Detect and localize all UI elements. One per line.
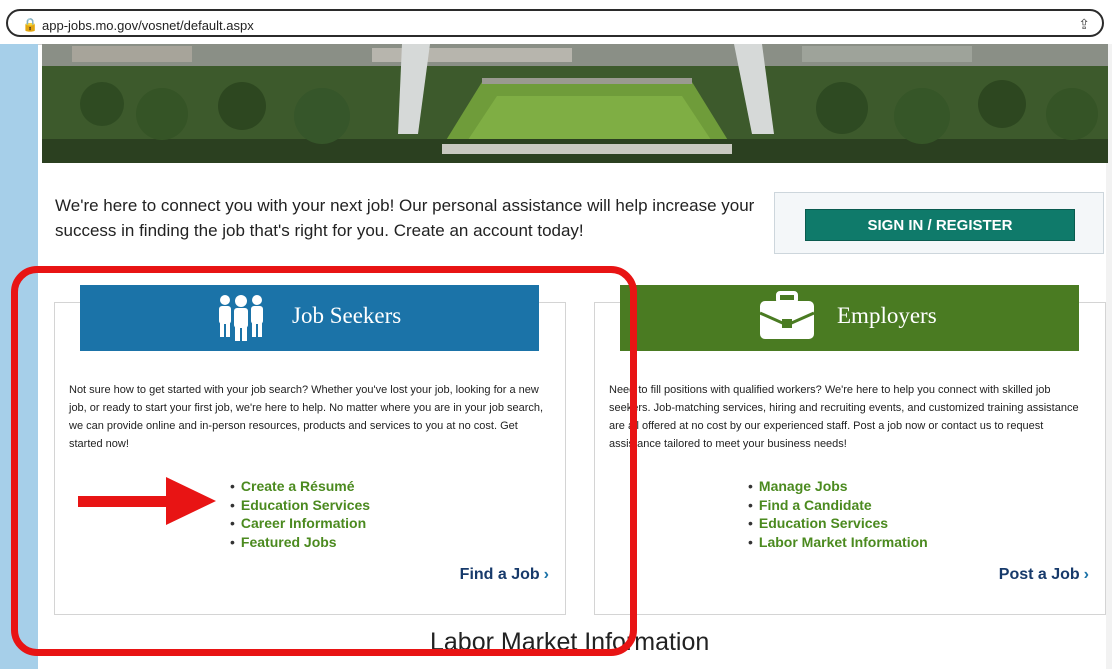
chevron-right-icon: ›	[1083, 566, 1089, 583]
link-manage-jobs[interactable]: Manage Jobs	[759, 478, 848, 494]
signin-panel: SIGN IN / REGISTER	[774, 192, 1104, 254]
link-education-services[interactable]: Education Services	[759, 515, 888, 531]
share-icon[interactable]: ⇪	[1078, 16, 1090, 33]
annotation-highlight-box	[11, 266, 637, 656]
briefcase-icon	[759, 291, 815, 339]
list-item[interactable]: • Manage Jobs	[748, 477, 928, 496]
url-text: app-jobs.mo.gov/vosnet/default.aspx	[42, 18, 254, 33]
employers-card: Employers Need to fill positions with qu…	[594, 285, 1106, 615]
link-labor-market-information[interactable]: Labor Market Information	[759, 534, 928, 550]
list-item[interactable]: • Labor Market Information	[748, 533, 928, 552]
list-item[interactable]: • Find a Candidate	[748, 496, 928, 515]
post-a-job-label: Post a Job	[998, 566, 1080, 583]
list-item[interactable]: • Education Services	[748, 514, 928, 533]
signin-register-button[interactable]: SIGN IN / REGISTER	[805, 209, 1075, 241]
link-find-a-candidate[interactable]: Find a Candidate	[759, 497, 872, 513]
url-field[interactable]: 🔒 app-jobs.mo.gov/vosnet/default.aspx ⇪	[6, 9, 1104, 37]
employers-title: Employers	[837, 303, 937, 328]
employers-banner[interactable]: Employers	[620, 285, 1079, 351]
annotation-arrow-icon	[78, 477, 216, 525]
post-a-job-link[interactable]: Post a Job ›	[999, 566, 1089, 584]
employers-links: • Manage Jobs • Find a Candidate • Educatio…	[748, 477, 928, 551]
intro-text: We're here to connect you with your next…	[55, 196, 755, 240]
browser-address-bar: 🔒 app-jobs.mo.gov/vosnet/default.aspx ⇪	[0, 0, 1112, 45]
employers-description: Need to fill positions with qualified wo…	[609, 384, 1079, 450]
hero-image	[42, 44, 1108, 163]
lock-icon: 🔒	[22, 17, 39, 32]
